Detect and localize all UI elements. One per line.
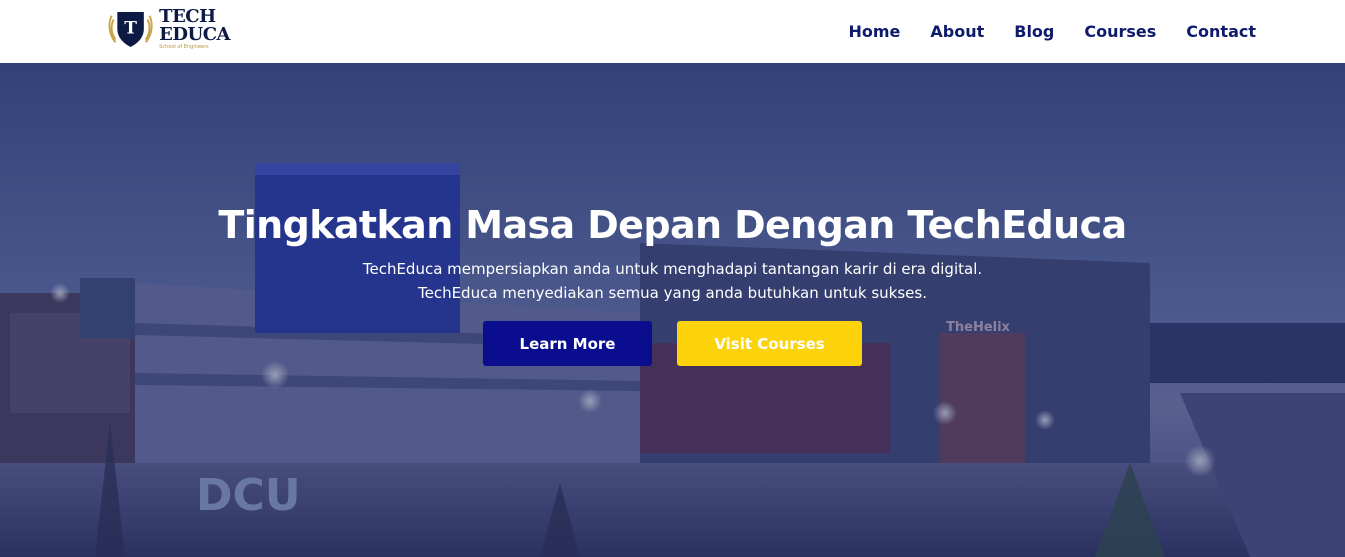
brand-wordmark: TECH EDUCA School of Engineers [159, 8, 230, 50]
hero-title: Tingkatkan Masa Depan Dengan TechEduca [218, 203, 1127, 247]
brand-tagline: School of Engineers [159, 44, 209, 50]
shield-laurel-icon: T [108, 11, 153, 47]
hero-subtitle-line2: TechEduca menyediakan semua yang anda bu… [417, 284, 927, 302]
top-navbar: T TECH EDUCA School of Engineers Home Ab… [0, 0, 1345, 63]
hero-buttons: Learn More Visit Courses [0, 321, 1345, 366]
main-nav: Home About Blog Courses Contact [818, 0, 1256, 63]
nav-contact[interactable]: Contact [1186, 22, 1256, 41]
nav-courses[interactable]: Courses [1084, 22, 1156, 41]
visit-courses-button[interactable]: Visit Courses [677, 321, 862, 366]
hero-subtitle: TechEduca mempersiapkan anda untuk mengh… [0, 257, 1345, 305]
nav-about[interactable]: About [930, 22, 984, 41]
nav-home[interactable]: Home [848, 22, 900, 41]
hero-content: Tingkatkan Masa Depan Dengan TechEduca T… [0, 203, 1345, 366]
hero-section: TheHelix DCU Tingkatkan Masa Depan Denga… [0, 63, 1345, 557]
nav-blog[interactable]: Blog [1014, 22, 1054, 41]
shield-letter: T [124, 19, 137, 39]
brand-logo[interactable]: T TECH EDUCA School of Engineers [106, 6, 230, 52]
learn-more-button[interactable]: Learn More [483, 321, 652, 366]
brand-line2: EDUCA [159, 24, 230, 45]
hero-subtitle-line1: TechEduca mempersiapkan anda untuk mengh… [362, 260, 983, 278]
